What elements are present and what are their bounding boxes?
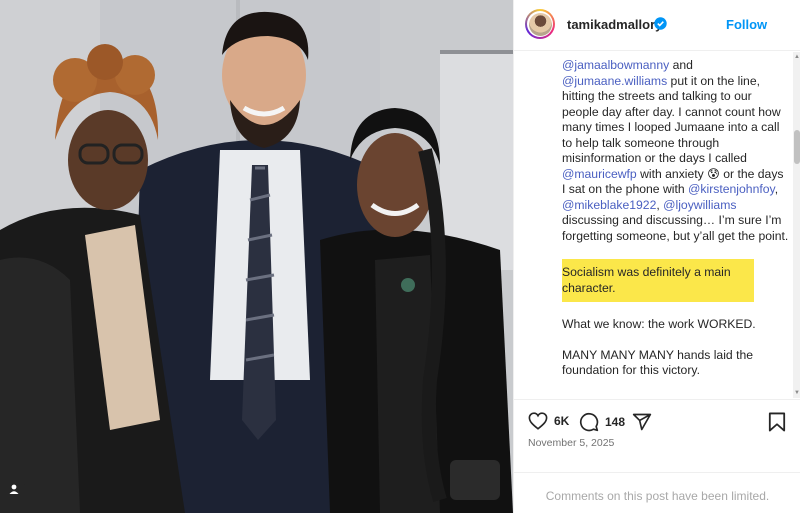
highlighted-text: Socialism was definitely a main characte… <box>562 259 754 302</box>
like-count: 6K <box>554 414 570 428</box>
post-side-panel: tamikadmallory Follow @jamaalbowmanny an… <box>513 0 800 513</box>
user-tag-icon <box>9 484 19 494</box>
follow-button[interactable]: Follow <box>726 17 767 32</box>
save-button[interactable] <box>768 412 786 432</box>
scroll-thumb[interactable] <box>794 130 800 164</box>
photo-illustration <box>0 0 513 513</box>
caption-text: , <box>774 182 779 196</box>
comments-limited-notice: Comments on this post have been limited. <box>545 489 770 503</box>
caption-highlight-paragraph: Socialism was definitely a main characte… <box>562 259 790 302</box>
mention-link[interactable]: @kirstenjohnfoy <box>688 182 775 196</box>
post-caption: @jamaalbowmanny and @jumaane.williams pu… <box>562 58 790 396</box>
caption-paragraph: @jamaalbowmanny and @jumaane.williams pu… <box>562 58 790 244</box>
like-button[interactable]: 6K <box>528 412 569 430</box>
post-photo[interactable] <box>0 0 513 513</box>
mention-link[interactable]: @mikeblake1922 <box>562 198 656 212</box>
caption-paragraph: What we know: the work WORKED. <box>562 317 756 331</box>
avatar-ring <box>527 11 553 37</box>
scroll-down-arrow[interactable]: ▼ <box>794 390 800 396</box>
share-button[interactable] <box>632 412 652 432</box>
caption-text: and <box>669 58 693 72</box>
caption-paragraph: MANY MANY MANY hands laid the foundation… <box>562 347 754 378</box>
avatar-image <box>528 12 552 36</box>
mention-link[interactable]: @jumaane.williams <box>562 74 667 88</box>
avatar[interactable] <box>525 9 555 39</box>
scroll-up-arrow[interactable]: ▲ <box>794 54 800 60</box>
post-header: tamikadmallory Follow <box>514 0 800 51</box>
share-icon <box>632 413 652 431</box>
user-tag-button[interactable] <box>8 483 30 505</box>
comment-button[interactable]: 148 <box>579 412 625 432</box>
comments-footer: Comments on this post have been limited. <box>514 472 800 514</box>
post-date: November 5, 2025 <box>528 437 615 449</box>
mention-link[interactable]: @jamaalbowmanny <box>562 58 669 72</box>
caption-scrollbar[interactable]: ▲ ▼ <box>793 52 800 398</box>
comment-count: 148 <box>605 415 626 429</box>
verified-badge-icon <box>654 17 667 30</box>
bookmark-icon <box>768 412 786 432</box>
mention-link[interactable]: @ljoywilliams <box>663 198 736 212</box>
caption-text: discussing and discussing… I’m sure I’m … <box>562 213 789 243</box>
mention-link[interactable]: @mauricewfp <box>562 167 637 181</box>
heart-icon <box>528 412 548 430</box>
username-link[interactable]: tamikadmallory <box>567 17 662 32</box>
comment-icon <box>579 412 599 432</box>
